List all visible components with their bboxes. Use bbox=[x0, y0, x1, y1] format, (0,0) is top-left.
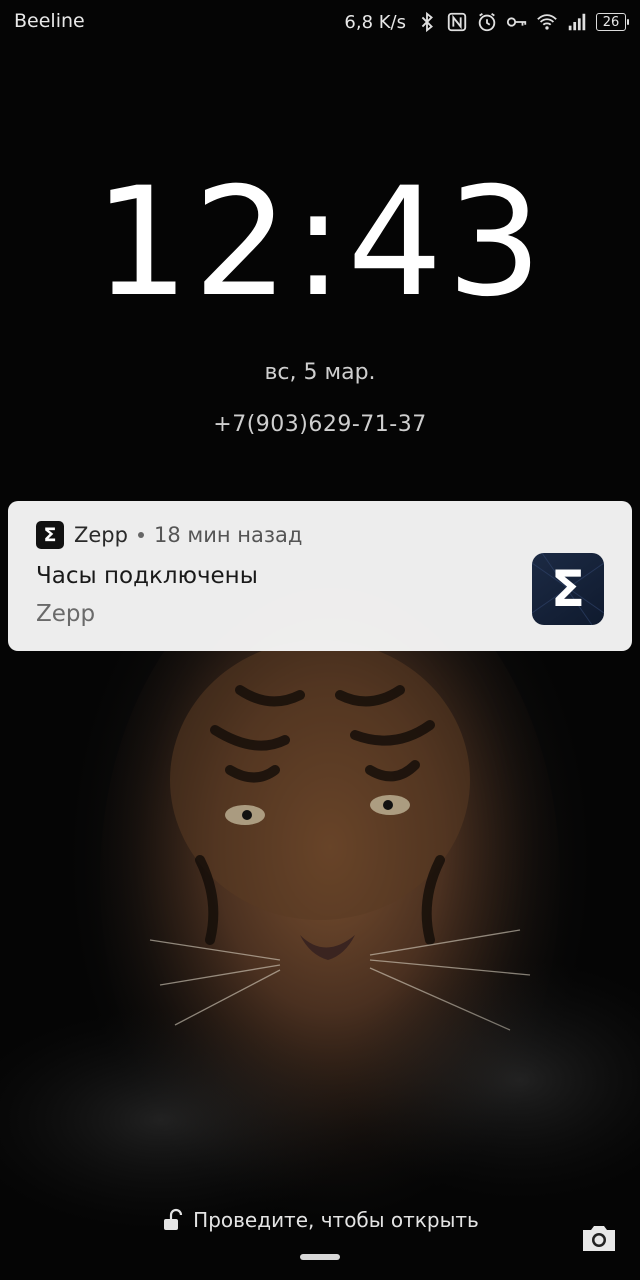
camera-shortcut-icon[interactable] bbox=[580, 1222, 618, 1254]
notification-time: 18 мин назад bbox=[153, 523, 303, 547]
alarm-icon bbox=[476, 11, 498, 33]
separator-dot bbox=[137, 532, 144, 538]
carrier-name: Beeline bbox=[14, 10, 85, 32]
key-icon bbox=[506, 11, 528, 33]
bluetooth-icon bbox=[416, 11, 438, 33]
zepp-large-icon: Σ bbox=[532, 553, 604, 625]
owner-info: +7(903)629-71-37 bbox=[213, 412, 427, 437]
lock-date: вс, 5 мар. bbox=[264, 360, 376, 385]
lock-screen: Beeline 6,8 K/s 26 12:43 вс, 5 мар. +7(9… bbox=[0, 0, 640, 1280]
wifi-icon bbox=[536, 11, 558, 33]
battery-icon: 26 bbox=[596, 13, 629, 31]
unlocked-lock-icon bbox=[161, 1208, 183, 1232]
sigma-glyph: Σ bbox=[550, 560, 586, 618]
notification-title: Часы подключены bbox=[36, 563, 258, 589]
signal-icon bbox=[566, 11, 588, 33]
network-speed: 6,8 K/s bbox=[344, 11, 406, 33]
notification-body: Zepp bbox=[36, 601, 96, 627]
notification-header: Σ Zepp 18 мин назад bbox=[36, 521, 302, 549]
nfc-icon bbox=[446, 11, 468, 33]
lock-clock: 12:43 bbox=[93, 156, 547, 330]
unlock-hint[interactable]: Проведите, чтобы открыть bbox=[0, 1208, 640, 1232]
unlock-hint-text: Проведите, чтобы открыть bbox=[193, 1208, 479, 1232]
status-bar: Beeline 6,8 K/s 26 bbox=[0, 0, 640, 44]
notification-app-name: Zepp bbox=[74, 523, 128, 547]
home-indicator[interactable] bbox=[300, 1254, 340, 1260]
status-icons: 6,8 K/s 26 bbox=[344, 8, 629, 36]
notification-card[interactable]: Σ Zepp 18 мин назад Часы подключены Zepp… bbox=[8, 501, 632, 651]
zepp-app-icon: Σ bbox=[36, 521, 64, 549]
